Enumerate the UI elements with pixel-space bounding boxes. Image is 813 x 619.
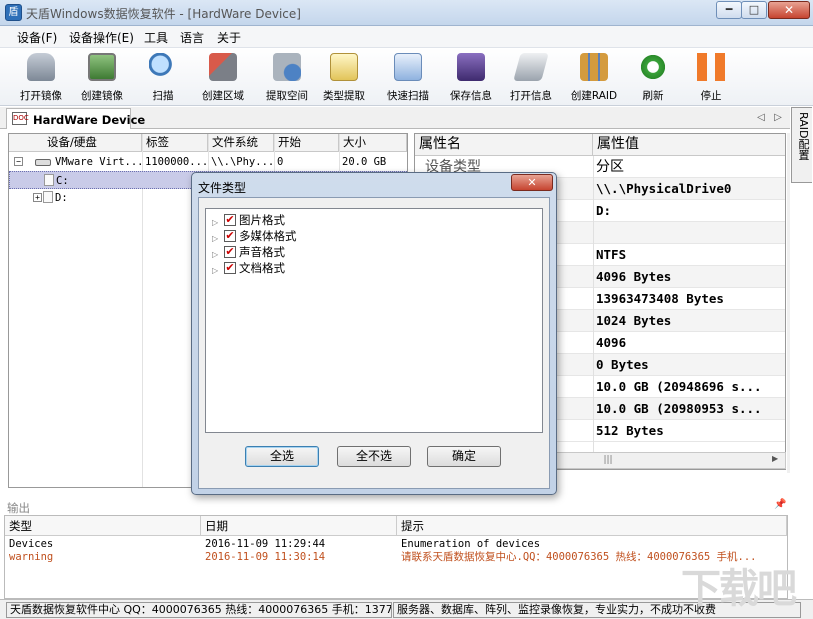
- dialog-body: ▷✔图片格式 ▷✔多媒体格式 ▷✔声音格式 ▷✔文档格式 全选 全不选 确定: [198, 197, 550, 489]
- refresh-button[interactable]: 刷新: [622, 50, 684, 104]
- extract-space-button[interactable]: 提取空间: [256, 50, 318, 104]
- maximize-button[interactable]: □: [741, 1, 767, 19]
- minimize-button[interactable]: ━: [716, 1, 742, 19]
- magnifier-icon: [149, 53, 177, 81]
- menu-bar: 设备(F) 设备操作(E) 工具 语言 关于: [0, 26, 813, 48]
- save-info-button[interactable]: 保存信息: [440, 50, 502, 104]
- select-none-button[interactable]: 全不选: [337, 446, 411, 467]
- col-filesystem[interactable]: 文件系统: [208, 134, 274, 152]
- col-device[interactable]: 设备/硬盘: [9, 134, 142, 152]
- checkbox-checked-icon[interactable]: ✔: [224, 262, 236, 274]
- status-contact: 天盾数据恢复软件中心 QQ：4000076365 热线：4000076365 手…: [6, 602, 392, 618]
- window-title: 天盾Windows数据恢复软件 - [HardWare Device]: [26, 5, 301, 22]
- menu-language[interactable]: 语言: [180, 29, 204, 46]
- drive-icon: [513, 53, 549, 81]
- scroll-right-icon[interactable]: ▶: [772, 454, 778, 463]
- col-size[interactable]: 大小: [339, 134, 407, 152]
- raid-config-tab[interactable]: RAID配置: [791, 107, 812, 183]
- pin-icon[interactable]: 📌: [774, 499, 786, 510]
- disk-stack-icon: [27, 53, 55, 81]
- floppy-icon: [457, 53, 485, 81]
- create-raid-button[interactable]: 创建RAID: [563, 50, 625, 104]
- stop-button[interactable]: 停止: [680, 50, 742, 104]
- col-label[interactable]: 标签: [142, 134, 208, 152]
- splitter[interactable]: [787, 133, 790, 473]
- tab-hardware-device[interactable]: DOC HardWare Device: [6, 108, 131, 129]
- document-pencil-icon: [330, 53, 358, 81]
- title-bar: 盾 天盾Windows数据恢复软件 - [HardWare Device] ━ …: [0, 0, 813, 26]
- app-icon[interactable]: 盾: [5, 4, 22, 21]
- output-header: [0, 497, 790, 515]
- ok-button[interactable]: 确定: [427, 446, 501, 467]
- monitor-icon: [88, 53, 116, 81]
- table-row[interactable]: − VMware Virt... 1100000... \\.\Phy... 0…: [9, 153, 407, 171]
- file-type-tree: ▷✔图片格式 ▷✔多媒体格式 ▷✔声音格式 ▷✔文档格式: [205, 208, 543, 433]
- scan-button[interactable]: 扫描: [132, 50, 194, 104]
- menu-device-ops[interactable]: 设备操作(E): [69, 29, 134, 46]
- expand-arrow-icon[interactable]: ▷: [212, 263, 218, 279]
- checkbox-checked-icon[interactable]: ✔: [224, 214, 236, 226]
- expand-arrow-icon[interactable]: ▷: [212, 247, 218, 263]
- refresh-icon: [639, 53, 667, 81]
- checkbox-checked-icon[interactable]: ✔: [224, 246, 236, 258]
- watermark-logo: 下载吧: [681, 556, 795, 614]
- col-start[interactable]: 开始: [274, 134, 339, 152]
- dialog-title: 文件类型: [198, 179, 246, 196]
- tab-prev-arrow-icon[interactable]: ◁: [754, 110, 768, 126]
- expand-arrow-icon[interactable]: ▷: [212, 231, 218, 247]
- col-date[interactable]: 日期: [201, 516, 397, 536]
- output-row[interactable]: Devices 2016-11-09 11:29:44 Enumeration …: [5, 538, 787, 551]
- collapse-icon[interactable]: −: [14, 157, 23, 166]
- select-all-button[interactable]: 全选: [245, 446, 319, 467]
- disk-arrow-icon: [273, 53, 301, 81]
- expand-icon[interactable]: +: [33, 193, 42, 202]
- col-message[interactable]: 提示: [397, 516, 787, 536]
- create-image-button[interactable]: 创建镜像: [71, 50, 133, 104]
- grid-line: [593, 156, 594, 456]
- partition-icon: [43, 191, 53, 203]
- output-row-warning[interactable]: warning 2016-11-09 11:30:14 请联系天盾数据恢复中心.…: [5, 551, 787, 564]
- menu-about[interactable]: 关于: [217, 29, 241, 46]
- close-button[interactable]: ✕: [768, 1, 810, 19]
- menu-tools[interactable]: 工具: [144, 29, 168, 46]
- raid-icon: [580, 53, 608, 81]
- document-icon: DOC: [12, 112, 27, 125]
- tab-next-arrow-icon[interactable]: ▷: [771, 110, 785, 126]
- checkbox-checked-icon[interactable]: ✔: [224, 230, 236, 242]
- scroll-grip-icon[interactable]: |||: [593, 455, 623, 466]
- type-extract-button[interactable]: 类型提取: [313, 50, 375, 104]
- create-region-button[interactable]: 创建区域: [192, 50, 254, 104]
- output-table: 类型 日期 提示 Devices 2016-11-09 11:29:44 Enu…: [4, 515, 788, 599]
- documents-icon: [394, 53, 422, 81]
- col-property-value[interactable]: 属性值: [593, 134, 785, 156]
- col-type[interactable]: 类型: [5, 516, 201, 536]
- hard-disk-icon: [35, 159, 51, 166]
- output-title: 输出: [7, 500, 30, 516]
- col-property-name[interactable]: 属性名: [415, 134, 593, 156]
- flag-disk-icon: [209, 53, 237, 81]
- pause-icon: [697, 53, 725, 81]
- open-info-button[interactable]: 打开信息: [500, 50, 562, 104]
- menu-device[interactable]: 设备(F): [17, 29, 57, 46]
- expand-arrow-icon[interactable]: ▷: [212, 215, 218, 231]
- dialog-close-button[interactable]: ✕: [511, 174, 553, 191]
- partition-icon: [44, 174, 54, 186]
- open-image-button[interactable]: 打开镜像: [10, 50, 72, 104]
- toolbar: 打开镜像 创建镜像 扫描 创建区域 提取空间 类型提取 快速扫描 保存信息 打开…: [0, 48, 813, 106]
- file-type-dialog: 文件类型 ✕ ▷✔图片格式 ▷✔多媒体格式 ▷✔声音格式 ▷✔文档格式 全选 全…: [191, 172, 557, 495]
- quick-scan-button[interactable]: 快速扫描: [377, 50, 439, 104]
